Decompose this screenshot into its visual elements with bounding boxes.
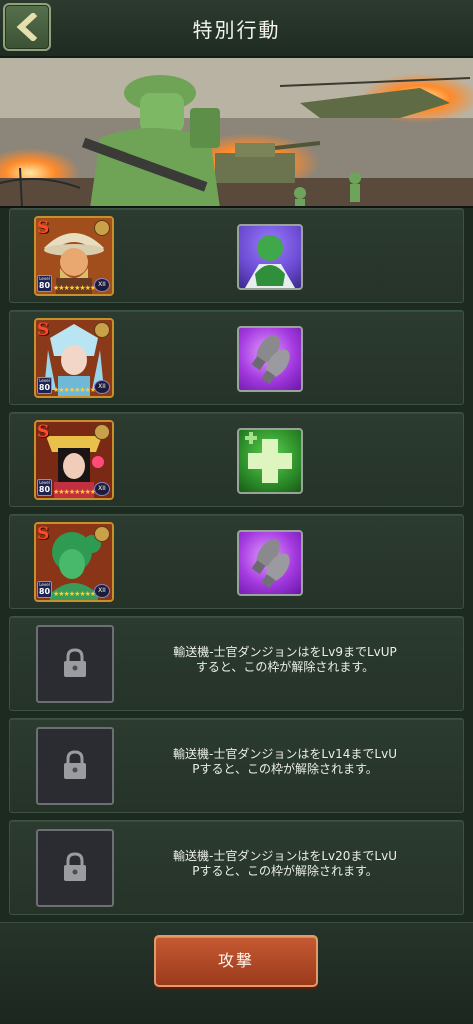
locked-slot-box	[36, 625, 114, 703]
grade-badge: XII	[94, 380, 110, 394]
locked-slot-3: 輸送機-士官ダンジョンはをLv20までLvU Pすると、この枠が解除されます。	[9, 820, 464, 915]
bombs-icon[interactable]	[237, 326, 303, 392]
hero-slot-1[interactable]: S Level 80 ★★★★★★★★ XII	[9, 208, 464, 303]
swap-icon[interactable]	[94, 526, 110, 542]
unlock-condition-text: 輸送機-士官ダンジョンはをLv14までLvU Pすると、この枠が解除されます。	[173, 747, 397, 776]
green-soldier-icon[interactable]	[237, 224, 303, 290]
grade-badge: XII	[94, 584, 110, 598]
rank-badge: S	[37, 422, 50, 442]
rank-badge: S	[37, 218, 50, 238]
star-rating: ★★★★★★★★	[53, 386, 96, 394]
locked-slot-2: 輸送機-士官ダンジョンはをLv14までLvU Pすると、この枠が解除されます。	[9, 718, 464, 813]
grade-badge: XII	[94, 482, 110, 496]
rank-badge: S	[37, 524, 50, 544]
grade-badge: XII	[94, 278, 110, 292]
swap-icon[interactable]	[94, 220, 110, 236]
hero-portrait[interactable]: S Level 80 ★★★★★★★★ XII	[34, 318, 114, 398]
top-bar: 特別行動	[0, 0, 473, 58]
hero-slot-3[interactable]: S Level 80 ★★★★★★★★ XII	[9, 412, 464, 507]
hero-slot-4[interactable]: S Level 80 ★★★★★★★★ XII	[9, 514, 464, 609]
star-rating: ★★★★★★★★	[53, 590, 96, 598]
lock-icon	[64, 750, 86, 779]
attack-button[interactable]: 攻撃	[154, 935, 318, 987]
hero-portrait[interactable]: S Level 80 ★★★★★★★★ XII	[34, 420, 114, 500]
hero-portrait[interactable]: S Level 80 ★★★★★★★★ XII	[34, 216, 114, 296]
page-title: 特別行動	[192, 18, 281, 42]
hero-slot-2[interactable]: S Level 80 ★★★★★★★★ XII	[9, 310, 464, 405]
swap-icon[interactable]	[94, 424, 110, 440]
heal-plus-icon[interactable]	[237, 428, 303, 494]
unlock-condition-text: 輸送機-士官ダンジョンはをLv20までLvU Pすると、この枠が解除されます。	[173, 849, 397, 878]
level-badge: Level 80	[37, 479, 52, 496]
star-rating: ★★★★★★★★	[53, 284, 96, 292]
level-badge: Level 80	[37, 581, 52, 598]
bombs-icon[interactable]	[237, 530, 303, 596]
locked-slot-box	[36, 727, 114, 805]
level-badge: Level 80	[37, 377, 52, 394]
event-banner-image	[0, 58, 473, 208]
lock-icon	[64, 648, 86, 677]
locked-slot-box	[36, 829, 114, 907]
rank-badge: S	[37, 320, 50, 340]
unlock-condition-text: 輸送機-士官ダンジョンはをLv9までLvUP すると、この枠が解除されます。	[173, 645, 397, 674]
hero-portrait[interactable]: S Level 80 ★★★★★★★★ XII	[34, 522, 114, 602]
lock-icon	[64, 852, 86, 881]
footer-bar: 攻撃	[0, 922, 473, 1024]
swap-icon[interactable]	[94, 322, 110, 338]
level-badge: Level 80	[37, 275, 52, 292]
star-rating: ★★★★★★★★	[53, 488, 96, 496]
locked-slot-1: 輸送機-士官ダンジョンはをLv9までLvUP すると、この枠が解除されます。	[9, 616, 464, 711]
